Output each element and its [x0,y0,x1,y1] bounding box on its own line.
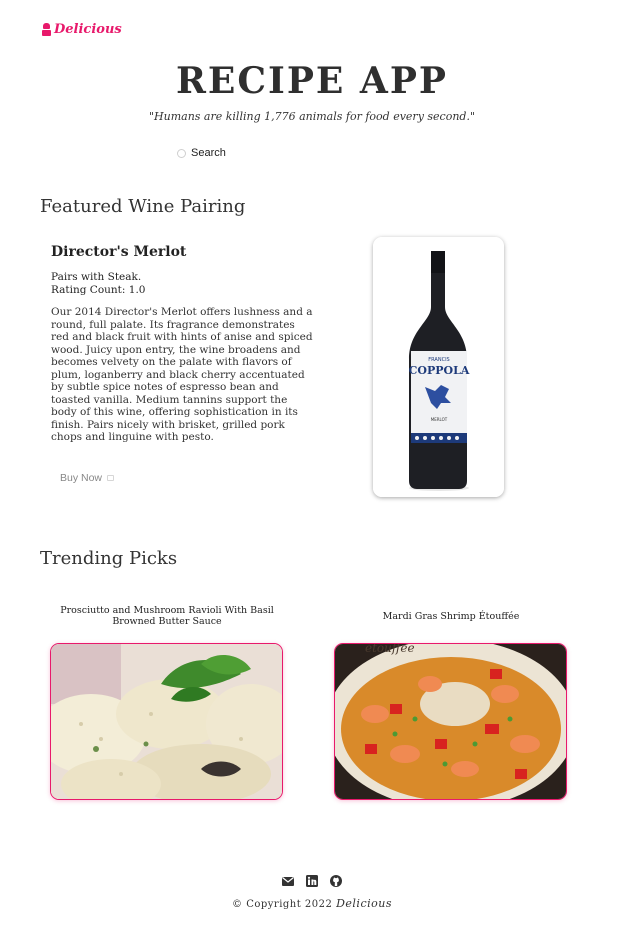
svg-text:FRANCIS: FRANCIS [428,357,449,363]
search-input[interactable] [191,147,341,159]
svg-text:étouffée: étouffée [365,644,415,655]
github-icon[interactable] [329,873,343,892]
trending-item-image[interactable]: étouffée [334,643,567,800]
svg-text:MERLOT: MERLOT [431,417,448,422]
wine-section-heading: Featured Wine Pairing [40,196,246,217]
tagline-quote: "Humans are killing 1,776 animals for fo… [148,110,476,123]
logo-text: Delicious [54,22,122,37]
etouffee-image: étouffée [335,644,566,799]
wine-name: Director's Merlot [51,244,187,260]
wine-pairs-with: Pairs with Steak. [51,271,142,283]
chef-icon [42,22,51,37]
wine-meta: Pairs with Steak. Rating Count: 1.0 [51,271,145,297]
ravioli-image [51,644,282,799]
copyright: © Copyright 2022 Delicious [0,897,624,910]
wine-bottle-image[interactable]: FRANCIS COPPOLA MERLOT [373,237,504,497]
page-title: RECIPE APP [176,60,448,102]
trending-section-heading: Trending Picks [40,548,178,569]
cart-icon [107,475,115,481]
wine-description: Our 2014 Director's Merlot offers lushne… [51,306,313,443]
buy-now-button[interactable]: Buy Now [52,470,122,486]
wine-bottle-graphic: FRANCIS COPPOLA MERLOT [373,237,504,497]
trending-item-title[interactable]: Mardi Gras Shrimp Étouffée [335,611,567,622]
logo-link[interactable]: Delicious [42,22,122,37]
mail-icon[interactable] [281,873,295,892]
footer-icons [0,873,624,892]
copyright-text: © Copyright 2022 [232,899,333,910]
linkedin-icon[interactable] [305,873,319,892]
copyright-brand: Delicious [336,897,392,910]
search-bar [177,147,341,159]
svg-text:COPPOLA: COPPOLA [409,364,470,377]
wine-rating: Rating Count: 1.0 [51,284,146,296]
search-icon [177,148,186,158]
trending-item-title[interactable]: Prosciutto and Mushroom Ravioli With Bas… [55,605,279,627]
trending-item-image[interactable] [50,643,283,800]
buy-now-label: Buy Now [60,472,103,484]
